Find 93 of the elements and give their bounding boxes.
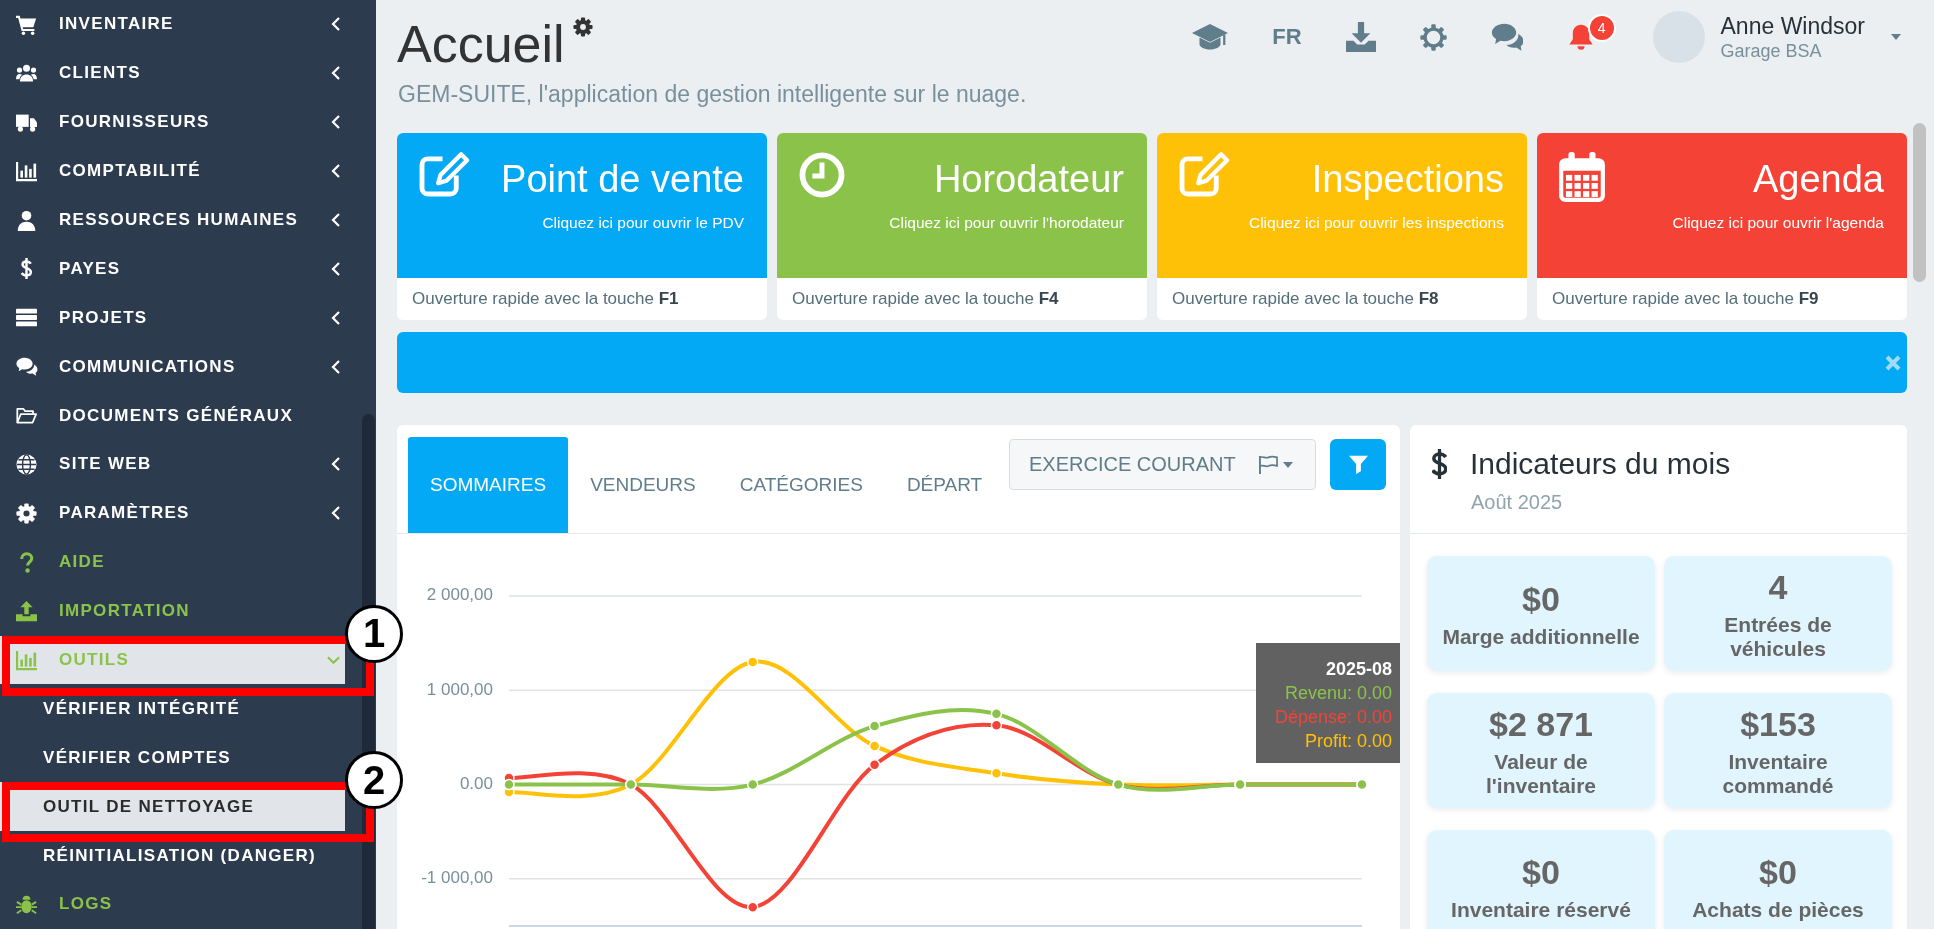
shortcut-hint: Ouverture rapide avec la touche F1 [411,288,680,310]
indicator-value: $153 [1740,703,1816,744]
axis-label: 0.00 [459,774,493,794]
indicator-value: $2 871 [1489,703,1593,744]
shortcut-subtitle: Cliquez ici pour ouvrir le PDV [541,213,744,233]
sidebar-item[interactable]: COMMUNICATIONS [0,342,345,392]
download-icon[interactable] [1345,22,1376,52]
indicator-label: Marge additionnelle [1442,624,1640,649]
sidebar-item[interactable]: COMPTABILITÉ [0,146,345,196]
sidebar-item[interactable]: INVENTAIRE [0,0,345,49]
bug-icon [15,893,38,915]
globe-icon [15,453,38,475]
indicator-value: $0 [1522,852,1560,892]
axis-label: 1 000,00 [426,679,493,699]
sidebar-item[interactable]: RESSOURCES HUMAINES [0,195,345,245]
chat-bubbles-icon[interactable] [1490,22,1523,52]
indicator-label: Achats de pièces [1692,898,1864,922]
tooltip-line: Profit: 0.00 [1303,729,1392,753]
panel-title: Indicateurs du mois [1470,449,1731,479]
panel-subtitle: Août 2025 [1471,490,1564,514]
indicator-label: Inventaire réservé [1451,898,1631,922]
indicator-value: $0 [1759,852,1797,892]
indicator-label: Valeur de l'inventaire [1485,749,1596,798]
shortcut-title: Horodateur [932,157,1124,201]
shortcut-subtitle: Cliquez ici pour ouvrir l'agenda [1672,213,1884,233]
upload-icon [15,600,38,622]
sidebar-item[interactable]: IMPORTATION [0,586,345,636]
language-button[interactable]: FR [1272,24,1302,50]
shortcut-card[interactable]: Point de vente Cliquez ici pour ouvrir le PDV Ouverture rapide avec la touche F1 [397,133,767,320]
period-dropdown[interactable]: EXERCICE COURANT [1009,439,1316,490]
shortcut-subtitle: Cliquez ici pour ouvrir l'horodateur [889,213,1124,233]
shortcut-card[interactable]: Horodateur Cliquez ici pour ouvrir l'horodateur Ouverture rapide avec la touche F4 [777,133,1147,320]
axis-label: -1 000,00 [421,868,493,888]
sidebar-item[interactable]: AIDE [0,537,345,587]
tooltip-line: Dépense: 0.00 [1273,705,1392,729]
cart-icon [15,13,38,35]
sidebar-item[interactable]: DOCUMENTS GÉNÉRAUX [0,391,345,440]
stacked-bars-icon [15,307,38,329]
calendar-icon [1559,152,1605,202]
sidebar-subitem[interactable]: VÉRIFIER COMPTES [0,733,345,783]
sidebar-subitem[interactable]: VÉRIFIER INTÉGRITÉ [0,684,345,734]
tooltip-title: 2025-08 [1324,657,1392,681]
flag-icon [1257,455,1279,474]
indicator-label: Entrées de véhicules [1724,612,1832,661]
tooltip-line: Revenu: 0.00 [1283,681,1392,705]
scrollbar-thumb[interactable] [1913,123,1926,282]
callout-number: 2 [345,751,403,810]
shortcut-hint: Ouverture rapide avec la touche F8 [1171,288,1440,310]
shortcut-card[interactable]: Inspections Cliquez ici pour ouvrir les inspections Ouverture rapide avec la touche F8 [1157,133,1527,320]
axis-label: 2 000,00 [426,585,493,605]
clock-icon [799,152,845,198]
bell-icon[interactable] [1566,23,1595,51]
sidebar-item[interactable]: PARAMÈTRES [0,488,345,538]
sidebar-item[interactable]: SITE WEB [0,440,345,489]
indicator-label: Inventaire commandé [1722,749,1834,798]
indicator-value: 4 [1768,566,1788,607]
bar-chart-icon [15,160,38,182]
page-title: Accueil [397,14,565,74]
sidebar-item[interactable]: FOURNISSEURS [0,97,345,147]
sidebar-item[interactable]: LOGS [0,880,345,929]
tab[interactable]: VENDEURS [568,437,718,533]
shortcut-subtitle: Cliquez ici pour ouvrir les inspections [1249,213,1504,233]
tab[interactable]: DÉPART [884,437,1005,533]
callout-number: 1 [345,604,403,663]
caret-down-icon [1282,461,1293,468]
shortcut-hint: Ouverture rapide avec la touche F4 [791,288,1060,310]
filter-button[interactable] [1330,439,1386,490]
user-icon [15,209,38,231]
indicator-value: $0 [1522,578,1560,619]
dollar-icon [1432,449,1447,479]
shortcut-title: Point de vente [501,157,744,201]
edit-icon [1179,152,1230,197]
gear-icon[interactable] [572,17,593,37]
chat-bubbles-icon [15,356,38,378]
user-company: Garage BSA [1720,40,1823,62]
shortcut-title: Inspections [1310,157,1504,201]
sidebar-subitem[interactable]: RÉINITIALISATION (DANGER) [0,831,345,881]
notification-badge: 4 [1587,14,1616,42]
filter-icon [1348,455,1368,474]
edit-icon [419,152,470,197]
tab[interactable]: CATÉGORIES [717,437,885,533]
bar-chart-icon [15,649,38,671]
users-icon [15,62,38,84]
sidebar-item[interactable]: PAYES [0,244,345,294]
page-subtitle: GEM-SUITE, l'application de gestion intelligente sur le nuage. [398,80,1027,108]
shortcut-card[interactable]: Agenda Cliquez ici pour ouvrir l'agenda Ouverture rapide avec la touche F9 [1537,133,1907,320]
sidebar-item[interactable]: CLIENTS [0,48,345,98]
sidebar-item[interactable]: PROJETS [0,293,345,343]
shortcut-hint: Ouverture rapide avec la touche F9 [1551,288,1820,310]
user-name: Anne Windsor [1720,12,1865,40]
graduation-cap-icon[interactable] [1192,23,1229,51]
caret-down-icon[interactable] [1891,34,1901,40]
shortcut-title: Agenda [1752,157,1884,201]
